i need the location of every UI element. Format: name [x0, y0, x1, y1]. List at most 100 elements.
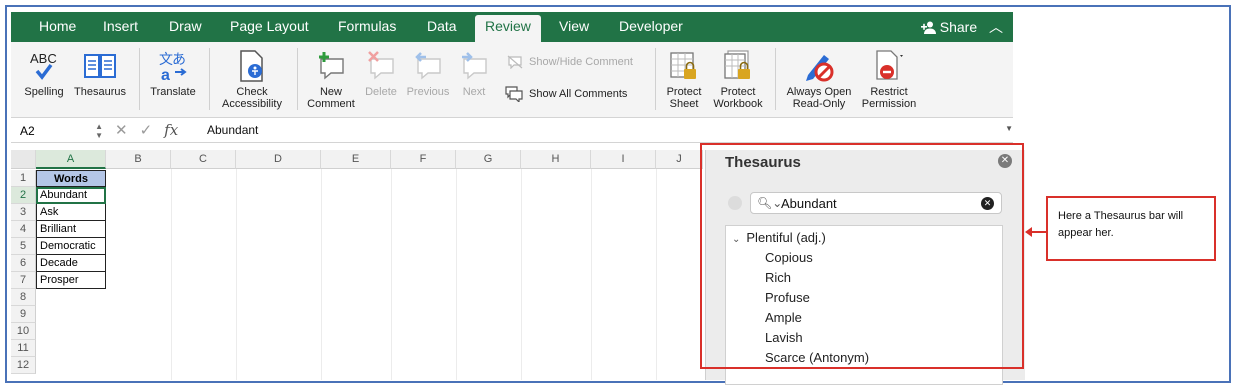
restrict-permission-button[interactable]: Restrict Permission	[857, 46, 921, 110]
name-box[interactable]: A2 ▲ ▼	[15, 122, 103, 141]
protect-workbook-icon	[709, 46, 767, 86]
gridline	[236, 169, 237, 380]
column-header[interactable]: A	[36, 150, 106, 169]
next-comment-button[interactable]: Next	[455, 46, 493, 98]
ribbon-separator	[775, 48, 776, 110]
select-all-corner[interactable]	[11, 150, 36, 169]
protect-sheet-icon	[661, 46, 707, 86]
annotation-callout: Here a Thesaurus bar will appear her.	[1046, 196, 1216, 261]
translate-label: Translate	[150, 86, 196, 98]
show-all-comments-label: Show All Comments	[529, 88, 628, 100]
delete-comment-button[interactable]: Delete	[361, 46, 401, 98]
column-header[interactable]: G	[456, 150, 521, 169]
show-all-comments-icon	[505, 86, 523, 102]
gridline	[391, 169, 392, 380]
tab-home[interactable]: Home	[39, 18, 76, 34]
formula-input[interactable]: Abundant	[207, 123, 258, 137]
tab-review[interactable]: Review	[475, 15, 541, 42]
column-header[interactable]: C	[171, 150, 236, 169]
cancel-icon[interactable]: ✕	[115, 122, 128, 139]
column-header[interactable]: F	[391, 150, 456, 169]
row-header[interactable]: 6	[11, 255, 36, 272]
tab-formulas[interactable]: Formulas	[338, 18, 396, 34]
arrow-icon	[1025, 227, 1047, 237]
worksheet-grid[interactable]: A B C D E F G H I J 1 2 3 4 5 6 7 8 9 10…	[11, 150, 703, 380]
ribbon-separator	[655, 48, 656, 110]
tab-insert[interactable]: Insert	[103, 18, 138, 34]
translate-icon: 文あa	[145, 46, 201, 86]
book-icon	[71, 46, 129, 86]
always-open-label-2: Read-Only	[792, 98, 846, 110]
gridline	[591, 169, 592, 380]
show-all-comments-button[interactable]: Show All Comments	[505, 86, 627, 102]
previous-comment-button[interactable]: Previous	[403, 46, 453, 98]
cell-a5[interactable]: Democratic	[36, 238, 106, 255]
tab-draw[interactable]: Draw	[169, 18, 202, 34]
cell-a7[interactable]: Prosper	[36, 272, 106, 289]
row-header[interactable]: 2	[11, 187, 36, 204]
delete-comment-icon	[361, 46, 401, 86]
protect-sheet-label-1: Protect	[666, 86, 702, 98]
column-header[interactable]: B	[106, 150, 171, 169]
tab-developer[interactable]: Developer	[619, 18, 683, 34]
row-header[interactable]: 9	[11, 306, 36, 323]
spelling-button[interactable]: ABC Spelling	[21, 46, 67, 98]
name-box-stepper-icon[interactable]: ▲ ▼	[95, 122, 103, 140]
row-header[interactable]: 3	[11, 204, 36, 221]
column-header[interactable]: J	[656, 150, 703, 169]
protect-sheet-button[interactable]: Protect Sheet	[661, 46, 707, 110]
translate-button[interactable]: 文あa Translate	[145, 46, 201, 98]
new-comment-icon	[303, 46, 359, 86]
confirm-icon[interactable]: ✓	[140, 122, 153, 139]
column-header[interactable]: I	[591, 150, 656, 169]
row-header[interactable]: 7	[11, 272, 36, 289]
always-open-read-only-button[interactable]: Always Open Read-Only	[781, 46, 857, 110]
highlight-box	[700, 143, 1024, 369]
row-header[interactable]: 11	[11, 340, 36, 357]
row-header[interactable]: 12	[11, 357, 36, 374]
gridline	[521, 169, 522, 380]
svg-text:あ: あ	[172, 52, 186, 68]
insert-function-icon[interactable]: fx	[164, 121, 178, 139]
row-header[interactable]: 1	[11, 170, 36, 187]
spelling-label: Spelling	[24, 86, 64, 98]
restrict-permission-icon	[857, 46, 921, 86]
svg-text:ABC: ABC	[30, 51, 57, 66]
show-hide-comment-button[interactable]: Show/Hide Comment	[507, 55, 633, 69]
expand-formula-icon[interactable]: ▼	[1005, 124, 1013, 133]
always-open-label-1: Always Open	[786, 86, 852, 98]
tab-page-layout[interactable]: Page Layout	[230, 18, 309, 34]
tab-view[interactable]: View	[559, 18, 589, 34]
review-ribbon: ABC Spelling Thesaurus 文あa Translate Che…	[11, 42, 1013, 118]
tab-data[interactable]: Data	[427, 18, 457, 34]
cell-a2-active[interactable]: Abundant	[36, 187, 106, 204]
ribbon-separator	[139, 48, 140, 110]
protect-workbook-button[interactable]: Protect Workbook	[709, 46, 767, 110]
cell-a4[interactable]: Brilliant	[36, 221, 106, 238]
check-accessibility-button[interactable]: Check Accessibility	[215, 46, 289, 110]
previous-label: Previous	[406, 86, 450, 98]
ribbon-separator	[297, 48, 298, 110]
row-header[interactable]: 10	[11, 323, 36, 340]
show-hide-comment-icon	[507, 55, 523, 69]
cell-a6[interactable]: Decade	[36, 255, 106, 272]
column-header[interactable]: E	[321, 150, 391, 169]
cell-a3[interactable]: Ask	[36, 204, 106, 221]
restrict-label-2: Permission	[861, 98, 917, 110]
column-header[interactable]: H	[521, 150, 591, 169]
row-header[interactable]: 5	[11, 238, 36, 255]
check-accessibility-label-1: Check	[236, 86, 268, 98]
ribbon-separator	[209, 48, 210, 110]
row-header[interactable]: 8	[11, 289, 36, 306]
column-header[interactable]: D	[236, 150, 321, 169]
protect-sheet-label-2: Sheet	[669, 98, 699, 110]
protect-workbook-label-1: Protect	[720, 86, 756, 98]
gridline	[456, 169, 457, 380]
thesaurus-button[interactable]: Thesaurus	[71, 46, 129, 98]
share-button[interactable]: Share ︿	[920, 17, 1003, 37]
collapse-ribbon-chevron-icon[interactable]: ︿	[989, 19, 1003, 35]
row-header[interactable]: 4	[11, 221, 36, 238]
new-comment-button[interactable]: New Comment	[303, 46, 359, 110]
restrict-label-1: Restrict	[870, 86, 908, 98]
cell-a1-header[interactable]: Words	[36, 170, 106, 187]
